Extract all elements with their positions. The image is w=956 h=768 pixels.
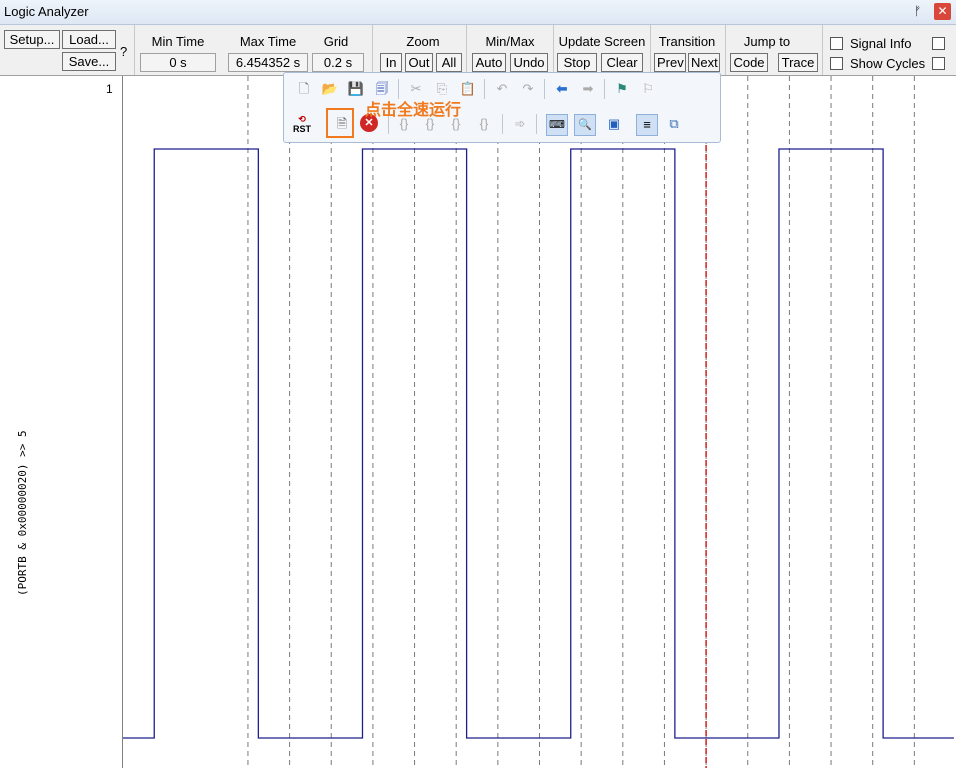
disassembly-icon[interactable]: 🔍 (574, 114, 596, 136)
jump-to-label: Jump to (743, 34, 791, 49)
title-bar: Logic Analyzer ᚠ ✕ (0, 0, 956, 25)
run-highlight-box (326, 108, 354, 138)
signal-name[interactable]: (PORTB & 0x00000020) >> 5 (16, 430, 29, 596)
bookmark-prev-icon[interactable]: ⚐ (638, 79, 658, 99)
show-cycles-checkbox[interactable] (830, 57, 843, 70)
extra-checkbox-1[interactable] (932, 37, 945, 50)
update-stop-button[interactable]: Stop (557, 53, 597, 72)
signal-info-checkbox[interactable] (830, 37, 843, 50)
minmax-auto-button[interactable]: Auto (472, 53, 506, 72)
jump-trace-button[interactable]: Trace (778, 53, 818, 72)
zoom-out-button[interactable]: Out (405, 53, 433, 72)
minmax-label: Min/Max (485, 34, 535, 49)
nav-back-icon[interactable]: ⬅ (552, 79, 572, 99)
max-time-label: Max Time (239, 34, 297, 49)
waveform-plot[interactable] (123, 76, 956, 768)
show-cycles-label: Show Cycles (850, 56, 926, 71)
nav-forward-icon[interactable]: ➡ (578, 79, 598, 99)
minmax-undo-button[interactable]: Undo (510, 53, 548, 72)
grid-label: Grid (323, 34, 349, 49)
update-clear-button[interactable]: Clear (601, 53, 643, 72)
save-icon[interactable]: 💾 (346, 79, 366, 99)
zoom-in-button[interactable]: In (380, 53, 402, 72)
transition-prev-button[interactable]: Prev (654, 53, 686, 72)
signal-waveform (123, 148, 954, 739)
open-folder-icon[interactable]: 📂 (320, 79, 340, 99)
grid-lines (247, 76, 915, 768)
setup-button[interactable]: Setup... (4, 30, 60, 49)
transition-label: Transition (658, 34, 716, 49)
symbols-window-icon[interactable]: ▣ (604, 114, 624, 134)
zoom-label: Zoom (406, 34, 440, 49)
run-to-cursor-icon[interactable]: {} (474, 114, 494, 134)
call-stack-icon[interactable]: ⧉ (664, 114, 684, 134)
jump-code-button[interactable]: Code (730, 53, 768, 72)
close-icon[interactable]: ✕ (934, 3, 951, 20)
signal-list: 1 (PORTB & 0x00000020) >> 5 (0, 76, 123, 768)
max-time-value: 6.454352 s (228, 53, 308, 72)
registers-window-icon[interactable]: ≡ (636, 114, 658, 136)
reset-icon[interactable]: ⟲ RST (292, 114, 312, 134)
undo-icon[interactable]: ↶ (492, 79, 512, 99)
min-time-label: Min Time (151, 34, 205, 49)
transition-next-button[interactable]: Next (688, 53, 720, 72)
extra-checkbox-2[interactable] (932, 57, 945, 70)
window-title: Logic Analyzer (4, 4, 89, 19)
command-window-icon[interactable]: ⌨ (546, 114, 568, 136)
min-time-value: 0 s (140, 53, 216, 72)
bookmark-icon[interactable]: ⚑ (612, 79, 632, 99)
signal-info-label: Signal Info (850, 36, 912, 51)
new-file-icon[interactable]: 🗋 (294, 79, 314, 99)
update-screen-label: Update Screen (558, 34, 646, 49)
pin-icon[interactable]: ᚠ (914, 4, 921, 18)
redo-icon[interactable]: ↷ (518, 79, 538, 99)
help-button[interactable]: ? (120, 44, 127, 59)
load-button[interactable]: Load... (62, 30, 116, 49)
signal-row-number: 1 (106, 82, 113, 96)
save-button[interactable]: Save... (62, 52, 116, 71)
annotation-text: 点击全速运行 (365, 100, 462, 119)
analyzer-toolbar: Setup... Load... Save... ? Min Time 0 s … (0, 25, 956, 76)
show-next-statement-icon[interactable]: ➾ (510, 114, 530, 134)
zoom-all-button[interactable]: All (436, 53, 462, 72)
grid-value: 0.2 s (312, 53, 364, 72)
